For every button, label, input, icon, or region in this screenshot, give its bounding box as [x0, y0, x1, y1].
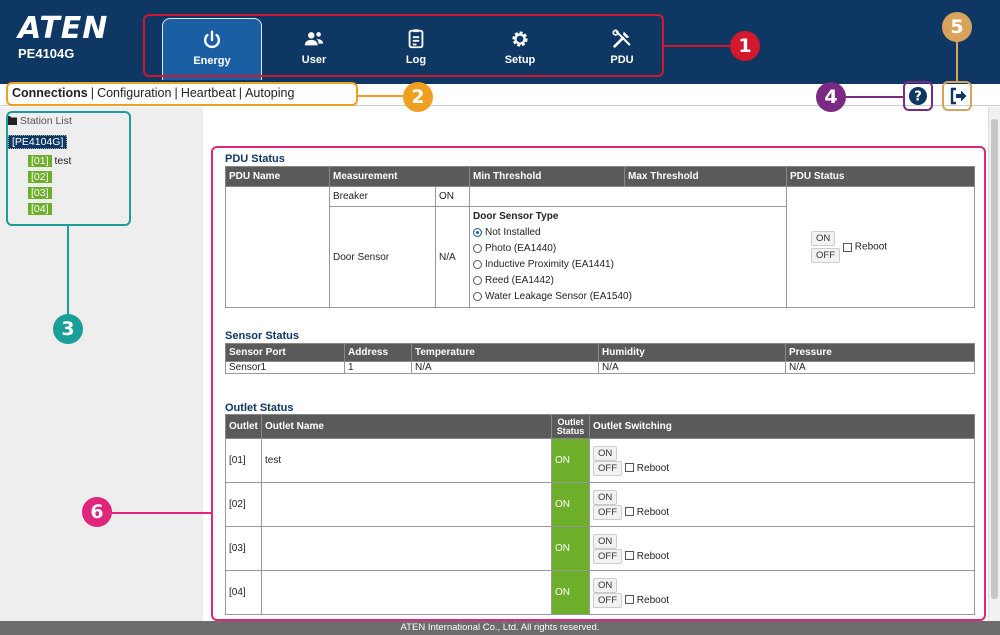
callout-box-4 [903, 81, 933, 111]
callout-badge-5: 5 [942, 12, 972, 42]
logo-brand: ATEN [18, 11, 109, 46]
scrollbar[interactable] [988, 107, 1000, 621]
callout-box-5 [942, 81, 972, 111]
aten-logo: ATEN PE4104G [18, 11, 109, 62]
callout-badge-4: 4 [816, 82, 846, 112]
callout-badge-1: 1 [730, 31, 760, 61]
callout-line-4 [846, 96, 903, 98]
callout-badge-2: 2 [403, 82, 433, 112]
callout-badge-3: 3 [53, 314, 83, 344]
callout-box-3 [6, 111, 131, 226]
callout-line-1 [664, 45, 730, 47]
callout-box-2 [6, 82, 358, 106]
footer: ATEN International Co., Ltd. All rights … [0, 621, 1000, 635]
callout-line-3 [67, 226, 69, 314]
callout-line-5 [956, 42, 958, 81]
callout-box-6 [211, 146, 986, 621]
device-model: PE4104G [18, 46, 75, 61]
callout-line-2 [358, 95, 403, 97]
callout-box-1 [143, 14, 664, 77]
scroll-thumb[interactable] [991, 119, 998, 599]
callout-line-6 [112, 512, 211, 514]
callout-badge-6: 6 [82, 497, 112, 527]
